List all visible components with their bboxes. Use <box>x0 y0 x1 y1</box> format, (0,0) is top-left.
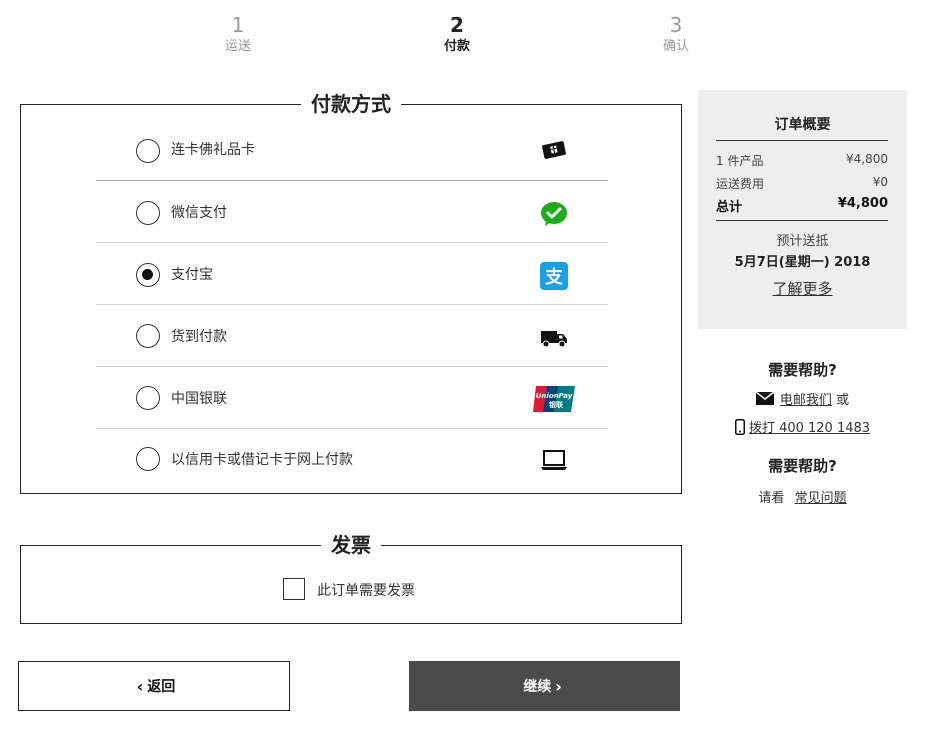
step-number: 2 <box>450 13 464 37</box>
payment-option-label: 货到付款 <box>171 329 227 345</box>
email-help-line: 电邮我们 或 <box>698 389 907 409</box>
step-confirm: 3 确认 <box>616 14 736 56</box>
order-summary: 订单概要 1 件产品 ¥4,800 运送费用 ¥0 总计 ¥4,800 预计送抵… <box>698 90 907 329</box>
payment-option-gift-card[interactable]: 连卡佛礼品卡 <box>96 119 608 181</box>
payment-option-alipay[interactable]: 支付宝 支 <box>96 243 608 305</box>
email-us-link[interactable]: 电邮我们 <box>780 393 832 408</box>
payment-option-label: 微信支付 <box>171 205 227 221</box>
radio-button[interactable] <box>136 201 160 225</box>
items-label: 1 件产品 <box>716 154 764 168</box>
radio-button-selected[interactable] <box>136 263 160 287</box>
step-number: 3 <box>669 13 683 37</box>
step-label: 运送 <box>224 39 251 54</box>
gift-card-icon <box>539 135 569 165</box>
laptop-icon <box>539 445 569 475</box>
payment-method-section: 付款方式 连卡佛礼品卡 微信支付 支付宝 支 货到付款 中国银联 UnionPa… <box>20 91 682 494</box>
payment-option-wechat[interactable]: 微信支付 <box>96 181 608 243</box>
svg-text:银联: 银联 <box>549 400 564 409</box>
unionpay-icon: UnionPay 银联 <box>532 384 576 414</box>
items-row: 1 件产品 ¥4,800 <box>716 152 888 169</box>
radio-button[interactable] <box>136 139 160 163</box>
faq-help-line: 请看 常见问题 <box>698 487 907 506</box>
radio-button[interactable] <box>136 447 160 471</box>
payment-option-label: 中国银联 <box>171 391 227 407</box>
learn-more-link[interactable]: 了解更多 <box>772 280 832 298</box>
step-label: 付款 <box>443 39 470 54</box>
step-label: 确认 <box>662 39 689 54</box>
payment-option-online-card[interactable]: 以信用卡或借记卡于网上付款 <box>96 429 608 489</box>
mail-icon <box>755 391 775 409</box>
invoice-checkbox[interactable] <box>283 578 305 600</box>
wechat-pay-icon <box>539 199 569 229</box>
mobile-phone-icon <box>734 418 745 439</box>
shipping-value: ¥0 <box>872 175 888 189</box>
delivery-truck-icon <box>539 323 569 353</box>
faq-link[interactable]: 常见问题 <box>795 491 847 506</box>
continue-button-label: 继续 <box>523 679 552 695</box>
radio-button[interactable] <box>136 386 160 410</box>
call-phone-link[interactable]: 拨打 400 120 1483 <box>749 421 870 436</box>
phone-help-line: 拨打 400 120 1483 <box>698 417 907 439</box>
items-value: ¥4,800 <box>846 152 888 166</box>
payment-option-label: 以信用卡或借记卡于网上付款 <box>171 452 353 468</box>
see-text: 请看 <box>758 491 785 506</box>
divider <box>716 140 888 141</box>
step-payment: 2 付款 <box>397 14 517 56</box>
divider <box>716 220 888 221</box>
or-text: 或 <box>836 393 850 408</box>
payment-option-cod[interactable]: 货到付款 <box>96 305 608 367</box>
payment-option-unionpay[interactable]: 中国银联 UnionPay 银联 <box>96 367 608 429</box>
chevron-right-icon: › <box>555 676 562 696</box>
total-label: 总计 <box>716 200 743 215</box>
alipay-icon: 支 <box>539 261 569 291</box>
step-number: 1 <box>231 13 245 37</box>
order-summary-title: 订单概要 <box>774 117 831 133</box>
shipping-label: 运送费用 <box>716 177 765 191</box>
delivery-estimate-label: 预计送抵 <box>776 234 829 249</box>
payment-method-title: 付款方式 <box>301 91 401 117</box>
invoice-checkbox-label[interactable]: 此订单需要发票 <box>317 580 415 600</box>
help-title: 需要帮助? <box>768 361 837 379</box>
payment-option-label: 支付宝 <box>171 267 213 283</box>
payment-option-label: 连卡佛礼品卡 <box>171 142 255 158</box>
svg-text:UnionPay: UnionPay <box>536 392 573 400</box>
chevron-left-icon: ‹ <box>136 676 144 696</box>
step-shipping[interactable]: 1 运送 <box>178 14 298 56</box>
svg-text:支: 支 <box>544 266 564 288</box>
back-button[interactable]: ‹ 返回 <box>18 661 290 711</box>
delivery-date: 5月7日(星期一) 2018 <box>734 255 871 270</box>
total-value: ¥4,800 <box>837 196 888 211</box>
continue-button[interactable]: 继续 › <box>409 661 680 711</box>
total-row: 总计 ¥4,800 <box>716 196 888 215</box>
learn-more-wrap: 了解更多 <box>698 278 907 299</box>
invoice-section: 发票 此订单需要发票 <box>20 532 682 624</box>
invoice-title: 发票 <box>321 532 381 558</box>
shipping-row: 运送费用 ¥0 <box>716 175 888 192</box>
help-title-2: 需要帮助? <box>768 457 837 475</box>
radio-button[interactable] <box>136 324 160 348</box>
back-button-label: 返回 <box>147 679 176 695</box>
